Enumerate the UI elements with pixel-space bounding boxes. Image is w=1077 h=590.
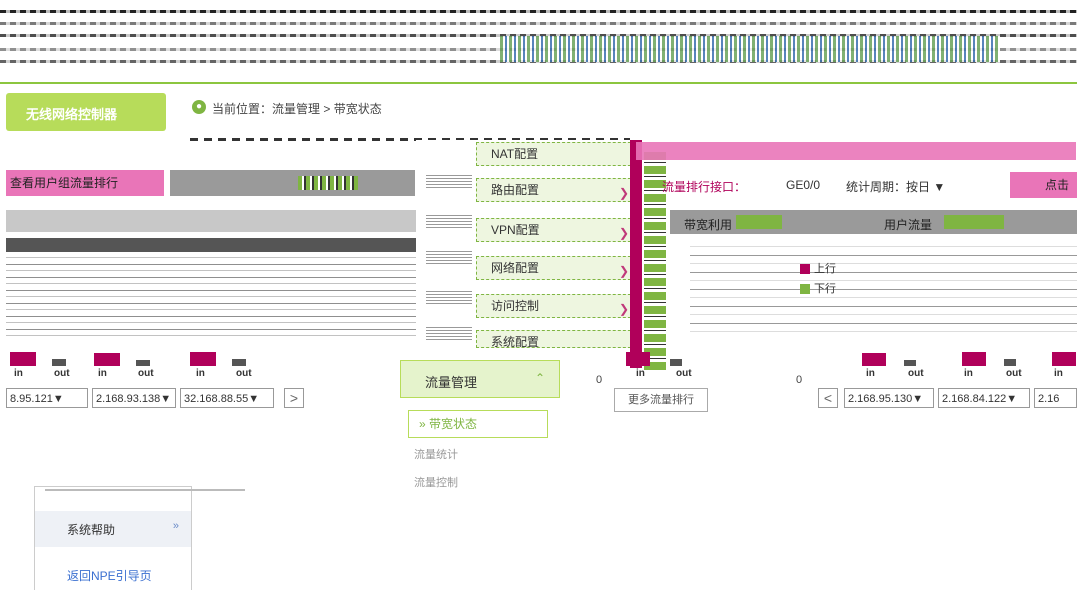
more-rank-button[interactable]: 更多流量排行: [614, 388, 708, 412]
submenu-flow-control[interactable]: 流量控制: [414, 474, 458, 490]
chevron-icon: ❯: [618, 226, 629, 240]
left-io-label: in: [98, 368, 107, 379]
traffic-bar: [670, 358, 682, 366]
ip-select[interactable]: 2.168.95.130▼: [844, 388, 934, 408]
app-title: 无线网络控制器: [26, 107, 118, 122]
ip-select[interactable]: 2.168.93.138▼: [92, 388, 176, 408]
menu-item-route[interactable]: 路由配置 ❯: [476, 178, 636, 202]
user-group-rank-button[interactable]: 查看用户组流量排行: [6, 170, 164, 196]
side-menu: NAT配置 路由配置 ❯ VPN配置 ❯ 网络配置 ❯ 访问控制 ❯ 系统配置: [416, 140, 636, 350]
left-io-label: in: [196, 368, 205, 379]
traffic-bar: [136, 360, 150, 366]
left-io-label: out: [138, 368, 154, 379]
traffic-bar: [232, 358, 246, 366]
rank-interface-label: 流量排行接口：: [662, 180, 747, 194]
traffic-bar: [10, 351, 36, 366]
chevron-icon: ❯: [618, 264, 629, 278]
menu-flow-management[interactable]: 流量管理 ⌃: [400, 360, 560, 398]
submenu-flow-stats[interactable]: 流量统计: [414, 446, 458, 462]
chart-legend: 上行 下行: [800, 260, 836, 296]
back-to-npe-link[interactable]: 返回NPE引导页: [67, 567, 152, 584]
left-nav-panel: 系统帮助 » 返回NPE引导页: [34, 486, 245, 590]
traffic-bar: [94, 352, 120, 366]
panel-divider: [630, 140, 642, 368]
chevron-down-icon: »: [172, 520, 179, 532]
prev-page-button[interactable]: <: [818, 388, 838, 408]
bandwidth-util-label: 带宽利用: [684, 218, 733, 232]
traffic-bar: [862, 352, 886, 366]
app-header: [0, 0, 1077, 84]
nav-system-help[interactable]: 系统帮助 »: [35, 511, 191, 547]
ip-select[interactable]: 2.168.84.122▼: [938, 388, 1030, 408]
location-icon: ●: [192, 100, 206, 114]
brand-logo: [500, 36, 1000, 62]
chevron-icon: ❯: [618, 186, 629, 200]
traffic-bar: [904, 360, 916, 366]
breadcrumb: 当前位置：流量管理 > 带宽状态: [212, 102, 382, 116]
menu-item-access[interactable]: 访问控制 ❯: [476, 294, 636, 318]
next-page-button[interactable]: >: [284, 388, 304, 408]
traffic-bar: [190, 351, 216, 366]
menu-item-vpn[interactable]: VPN配置 ❯: [476, 218, 636, 242]
left-io-label: in: [14, 368, 23, 379]
ip-select[interactable]: 32.168.88.55▼: [180, 388, 274, 408]
chevron-icon: ❯: [618, 302, 629, 316]
menu-item-nat[interactable]: NAT配置: [476, 142, 636, 166]
left-io-label: out: [236, 368, 252, 379]
user-traffic-label: 用户流量: [884, 218, 933, 232]
left-io-label: out: [54, 368, 70, 379]
query-button[interactable]: 点击: [1010, 172, 1077, 198]
menu-item-network[interactable]: 网络配置 ❯: [476, 256, 636, 280]
chevron-up-icon: ⌃: [534, 371, 545, 385]
traffic-bar: [626, 351, 650, 366]
menu-item-system[interactable]: 系统配置: [476, 330, 636, 349]
ip-select[interactable]: 8.95.121▼: [6, 388, 88, 408]
traffic-bar: [52, 358, 66, 366]
app-title-tab[interactable]: 无线网络控制器: [6, 93, 166, 131]
period-select[interactable]: 统计周期：按日 ▼: [846, 178, 945, 195]
submenu-bandwidth-status[interactable]: » 带宽状态: [408, 410, 548, 438]
rank-toolbar: [170, 170, 415, 196]
interface-select[interactable]: GE0/0: [786, 178, 820, 192]
traffic-bar: [962, 351, 986, 366]
ip-select[interactable]: 2.16: [1034, 388, 1077, 408]
traffic-bar: [1004, 358, 1016, 366]
traffic-bar: [1052, 351, 1076, 366]
